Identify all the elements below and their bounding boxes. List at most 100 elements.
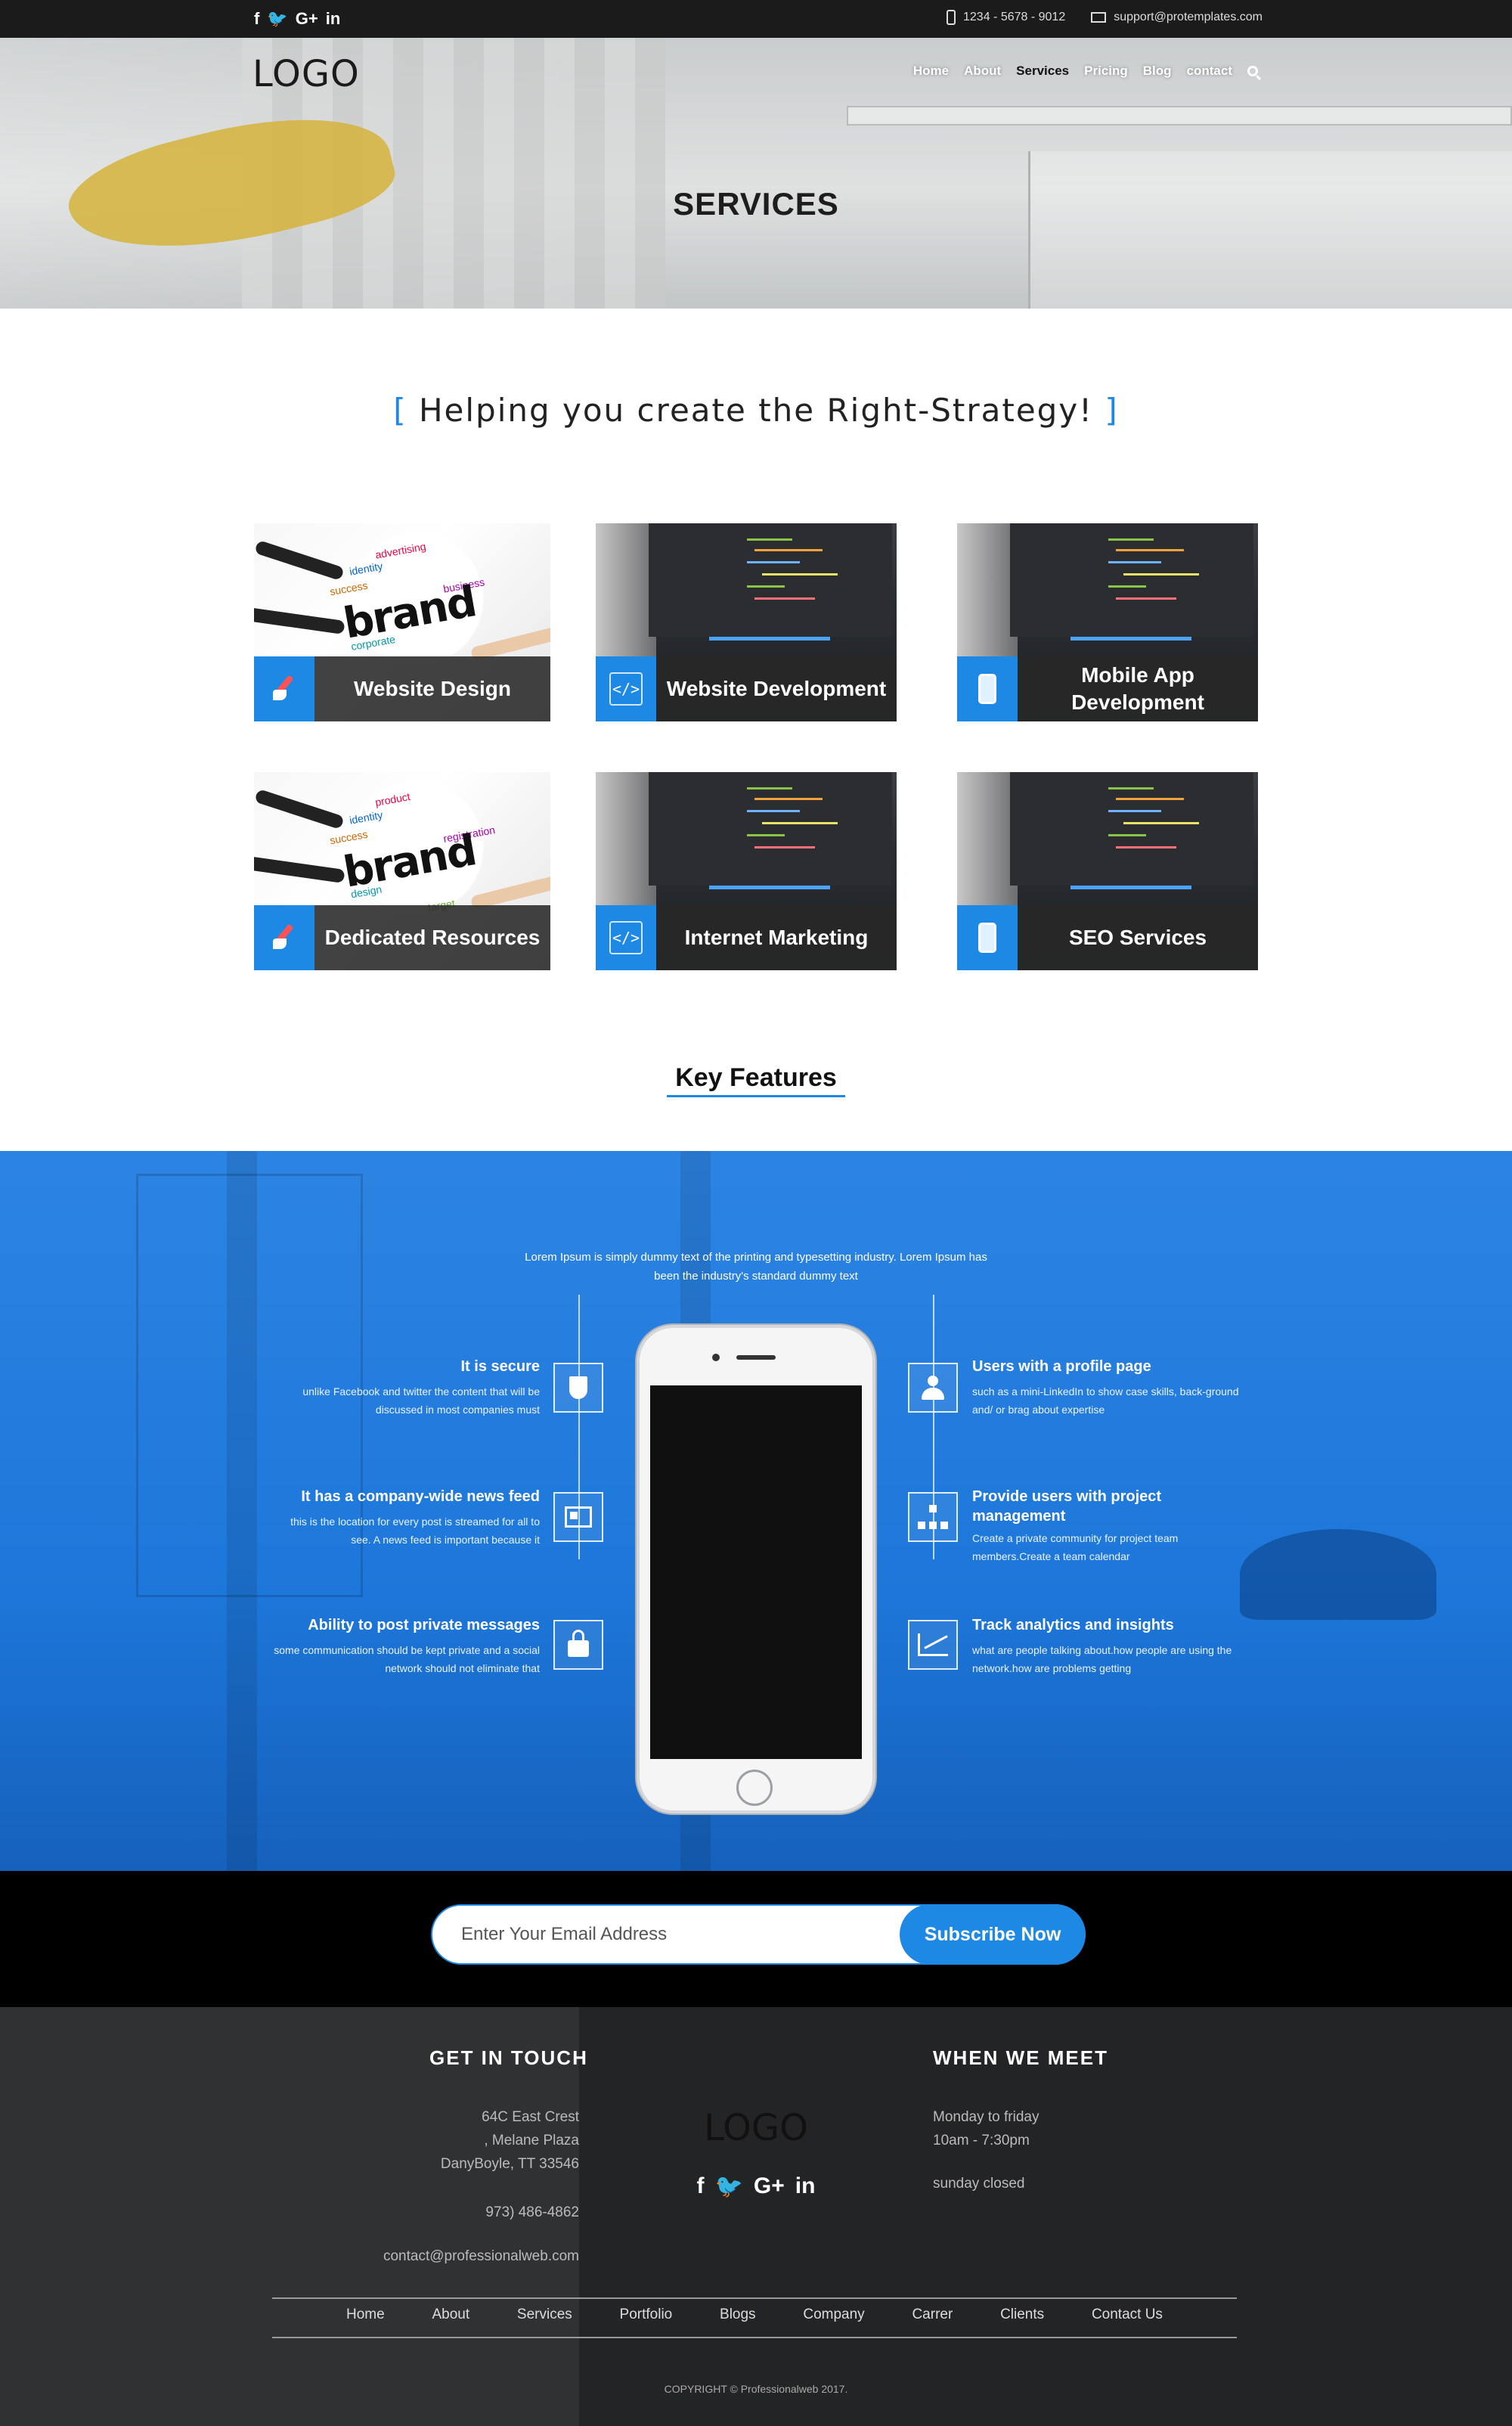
hero-glass-partition xyxy=(1028,151,1512,309)
twitter-icon[interactable]: 🐦 xyxy=(267,9,287,29)
feature-desc: such as a mini-LinkedIn to show case ski… xyxy=(972,1385,1239,1416)
phone-icon xyxy=(947,10,956,25)
footer-link-blogs[interactable]: Blogs xyxy=(720,2307,756,2323)
phone-screen xyxy=(650,1385,862,1759)
footer-email[interactable]: contact@professionalweb.com xyxy=(383,2245,579,2268)
feature-secure: It is secure unlike Facebook and twitter… xyxy=(268,1357,540,1419)
when-we-meet-heading: WHEN WE MEET xyxy=(933,2046,1108,2069)
feature-title: Track analytics and insights xyxy=(972,1617,1174,1633)
brand-tag: product xyxy=(373,790,411,808)
footer-link-home[interactable]: Home xyxy=(346,2307,385,2323)
mobile-phone-icon xyxy=(978,674,996,704)
nav-about[interactable]: About xyxy=(964,64,1001,79)
feature-analytics: Track analytics and insights what are pe… xyxy=(972,1615,1244,1677)
nav-home[interactable]: Home xyxy=(913,64,949,79)
card-caption-bar: Dedicated Resources xyxy=(254,905,550,970)
phone-speaker xyxy=(736,1355,776,1360)
feature-title: Provide users with project management xyxy=(972,1488,1162,1525)
card-icon-box: </> xyxy=(596,656,656,721)
newsletter-form: Subscribe Now xyxy=(431,1904,1086,1965)
google-plus-icon[interactable]: G+ xyxy=(754,2173,785,2200)
phone-camera xyxy=(712,1354,720,1361)
top-email[interactable]: support@protemplates.com xyxy=(1091,10,1263,25)
footer-link-contact-us[interactable]: Contact Us xyxy=(1092,2307,1163,2323)
top-contact-info: 1234 - 5678 - 9012 support@protemplates.… xyxy=(947,10,1263,25)
facebook-icon[interactable]: f xyxy=(697,2173,705,2200)
copyright-text: COPYRIGHT © Professionalweb 2017. xyxy=(664,2383,848,2395)
footer-rule-top xyxy=(272,2297,1237,2299)
footer-logo[interactable]: LOGO xyxy=(0,2107,1512,2149)
card-icon-box xyxy=(254,905,314,970)
code-icon: </> xyxy=(609,672,643,706)
phone-mockup xyxy=(637,1325,875,1813)
twitter-icon[interactable]: 🐦 xyxy=(715,2173,743,2200)
feature-private-messages: Ability to post private messages some co… xyxy=(268,1615,540,1677)
search-icon[interactable] xyxy=(1247,66,1258,76)
feature-icon-box xyxy=(908,1363,958,1413)
feature-icon-box xyxy=(553,1363,603,1413)
footer-link-clients[interactable]: Clients xyxy=(1000,2307,1044,2323)
linkedin-icon[interactable]: in xyxy=(795,2173,816,2200)
nav-services[interactable]: Services xyxy=(1016,64,1069,79)
card-label: Website Design xyxy=(354,677,511,700)
service-card-mobile-app-development[interactable]: Mobile App Development xyxy=(957,523,1258,721)
brand-tag: advertising xyxy=(374,540,427,561)
card-label: Internet Marketing xyxy=(684,926,869,949)
features-intro: Lorem Ipsum is simply dummy text of the … xyxy=(525,1251,987,1283)
address-line: DanyBoyle, TT 33546 xyxy=(440,2156,579,2172)
hero-banner xyxy=(0,38,1512,309)
footer: GET IN TOUCH 64C East Crest , Melane Pla… xyxy=(0,2007,1512,2426)
linkedin-icon[interactable]: in xyxy=(326,9,341,29)
card-caption-bar: SEO Services xyxy=(957,905,1258,970)
key-features-underline xyxy=(667,1095,845,1097)
card-caption-bar: Website Design xyxy=(254,656,550,721)
nav-blog[interactable]: Blog xyxy=(1143,64,1172,79)
service-card-website-design[interactable]: advertising identity success business br… xyxy=(254,523,550,721)
page-title: SERVICES xyxy=(673,186,839,222)
service-card-seo-services[interactable]: SEO Services xyxy=(957,772,1258,970)
services-heading: [ Helping you create the Right-Strategy!… xyxy=(0,392,1512,429)
code-icon: </> xyxy=(609,921,643,954)
card-label: Mobile App Development xyxy=(1071,663,1204,714)
footer-hours: Monday to friday 10am - 7:30pm xyxy=(933,2105,1039,2152)
feature-icon-box xyxy=(908,1620,958,1670)
email-input[interactable] xyxy=(461,1906,885,1963)
brand-tag: success xyxy=(328,579,369,598)
nav-pricing[interactable]: Pricing xyxy=(1084,64,1128,79)
service-card-internet-marketing[interactable]: </> Internet Marketing xyxy=(596,772,897,970)
footer-link-company[interactable]: Company xyxy=(803,2307,864,2323)
nav-contact[interactable]: contact xyxy=(1187,64,1232,79)
features-section: Lorem Ipsum is simply dummy text of the … xyxy=(0,1151,1512,1871)
service-card-website-development[interactable]: </> Website Development xyxy=(596,523,897,721)
brush-icon xyxy=(270,675,299,703)
card-caption-bar: Mobile App Development xyxy=(957,656,1258,721)
footer-phone: 973) 486-4862 xyxy=(485,2204,579,2220)
top-bar: f 🐦 G+ in 1234 - 5678 - 9012 support@pro… xyxy=(0,0,1512,38)
facebook-icon[interactable]: f xyxy=(254,9,259,29)
footer-link-about[interactable]: About xyxy=(432,2307,469,2323)
feature-profile-page: Users with a profile page such as a mini… xyxy=(972,1357,1244,1419)
feature-news-feed: It has a company-wide news feed this is … xyxy=(268,1487,540,1549)
footer-link-portfolio[interactable]: Portfolio xyxy=(620,2307,673,2323)
heading-bracket-open: [ xyxy=(393,392,407,429)
brush-icon xyxy=(270,923,299,952)
get-in-touch-heading: GET IN TOUCH xyxy=(429,2046,588,2069)
subscribe-button[interactable]: Subscribe Now xyxy=(900,1904,1086,1965)
footer-link-services[interactable]: Services xyxy=(517,2307,572,2323)
feature-desc: this is the location for every post is s… xyxy=(290,1515,540,1546)
footer-closed: sunday closed xyxy=(933,2176,1025,2192)
lock-icon xyxy=(568,1630,589,1657)
feature-desc: Create a private community for project t… xyxy=(972,1532,1179,1562)
feature-title: It has a company-wide news feed xyxy=(301,1488,540,1505)
newsletter-section: Subscribe Now xyxy=(0,1871,1512,2007)
footer-link-carrer[interactable]: Carrer xyxy=(912,2307,953,2323)
site-logo[interactable]: LOGO xyxy=(253,53,360,95)
user-icon xyxy=(922,1376,944,1400)
google-plus-icon[interactable]: G+ xyxy=(296,9,318,29)
card-icon-box xyxy=(254,656,314,721)
feature-desc: some communication should be kept privat… xyxy=(274,1644,540,1674)
phone-home-button xyxy=(736,1770,773,1806)
heading-bracket-close: ] xyxy=(1105,392,1119,429)
service-card-dedicated-resources[interactable]: product identity success registration br… xyxy=(254,772,550,970)
top-email-text[interactable]: support@protemplates.com xyxy=(1114,11,1263,24)
